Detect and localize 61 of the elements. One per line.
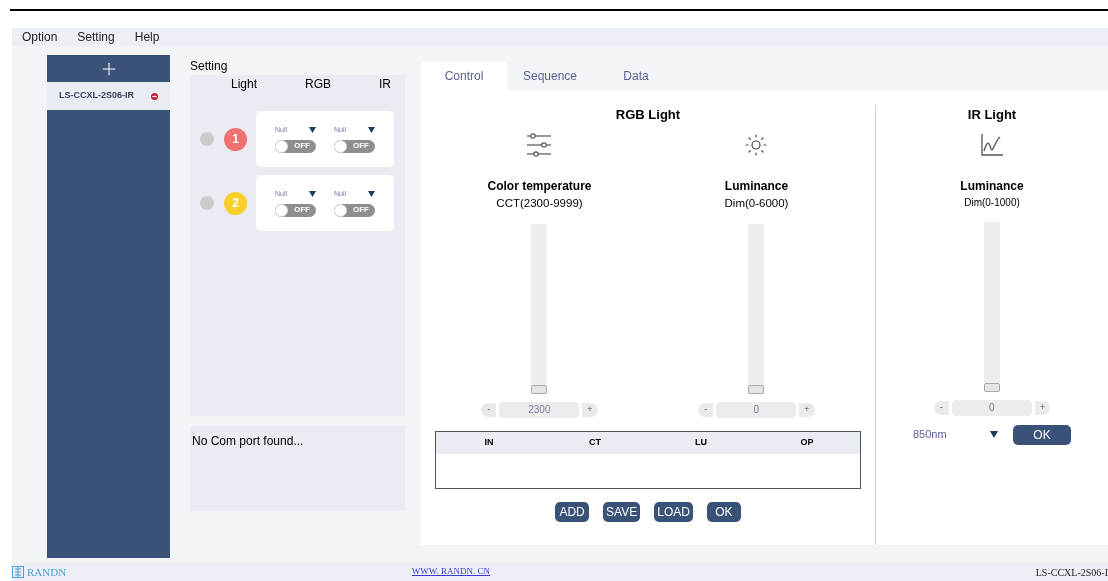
column-label: RGB bbox=[305, 76, 331, 93]
control-title: Color temperature bbox=[487, 177, 592, 195]
device-name: LS-CCXL-2S06-IR bbox=[59, 89, 134, 103]
increment-button[interactable]: + bbox=[1034, 400, 1051, 415]
decrement-button[interactable]: - bbox=[933, 400, 949, 415]
section-title: IR Light bbox=[967, 106, 1017, 124]
device-item[interactable]: LS-CCXL-2S06-IR bbox=[47, 82, 170, 110]
slider-thumb[interactable] bbox=[984, 382, 1000, 392]
action-button[interactable]: SAVE bbox=[603, 501, 641, 522]
range-label: Dim(0-1000) bbox=[964, 195, 1020, 210]
menu-item[interactable]: Help bbox=[134, 28, 160, 46]
sun-icon bbox=[744, 132, 769, 157]
brand-name: RANDN bbox=[27, 564, 67, 580]
slider-thumb[interactable] bbox=[531, 384, 548, 394]
slider-track[interactable] bbox=[984, 221, 1000, 392]
value-field[interactable]: 0 bbox=[951, 399, 1032, 416]
brand-logo-icon bbox=[12, 566, 24, 578]
range-label: Dim(0-6000) bbox=[724, 195, 789, 211]
caret-icon bbox=[368, 191, 375, 198]
light-number: 1 bbox=[224, 127, 247, 151]
increment-button[interactable]: + bbox=[799, 402, 815, 417]
caret-icon bbox=[368, 127, 375, 134]
sliders-icon bbox=[526, 132, 553, 157]
website-link[interactable]: WWW. RANDN. CN bbox=[411, 565, 491, 579]
decrement-button[interactable]: - bbox=[481, 402, 497, 417]
column-label: IR bbox=[379, 76, 391, 93]
decrement-button[interactable]: - bbox=[698, 402, 714, 417]
value-field[interactable]: 0 bbox=[716, 401, 797, 418]
column-label: Light bbox=[231, 76, 258, 93]
caret-icon bbox=[990, 431, 998, 438]
menu-item[interactable]: Setting bbox=[77, 28, 115, 46]
slider-thumb[interactable] bbox=[748, 384, 765, 394]
column-header: LU bbox=[695, 436, 707, 449]
tab[interactable]: Data bbox=[593, 62, 679, 90]
menu-item[interactable]: Option bbox=[22, 28, 58, 46]
control-title: Luminance bbox=[724, 177, 789, 195]
column-header: OP bbox=[800, 436, 814, 449]
tab[interactable]: Sequence bbox=[507, 62, 593, 90]
column-header: IN bbox=[484, 436, 494, 449]
column-header: CT bbox=[589, 436, 601, 449]
log-message: No Com port found... bbox=[192, 434, 304, 448]
caret-icon bbox=[309, 191, 316, 198]
slider-track[interactable] bbox=[748, 223, 765, 394]
increment-button[interactable]: + bbox=[582, 402, 598, 417]
curve-chart-icon bbox=[980, 132, 1004, 157]
slider-track[interactable] bbox=[531, 223, 548, 394]
ok-button[interactable]: OK bbox=[1013, 424, 1071, 445]
range-label: CCT(2300-9999) bbox=[496, 195, 583, 211]
wavelength-dropdown[interactable]: 850nm bbox=[913, 426, 1013, 443]
section-title: RGB Light bbox=[615, 106, 681, 124]
action-button[interactable]: ADD bbox=[555, 501, 590, 522]
action-button[interactable]: OK bbox=[706, 501, 741, 522]
value-field[interactable]: 2300 bbox=[499, 401, 580, 418]
caret-icon bbox=[309, 127, 316, 134]
remove-icon[interactable] bbox=[151, 92, 158, 100]
light-number: 2 bbox=[224, 191, 247, 215]
document-code: LS-CCXL-2S06-I bbox=[1035, 565, 1108, 580]
control-title: Luminance bbox=[960, 177, 1024, 195]
setting-title: Setting bbox=[190, 58, 229, 75]
action-button[interactable]: LOAD bbox=[654, 501, 693, 522]
tab[interactable]: Control bbox=[421, 62, 507, 90]
